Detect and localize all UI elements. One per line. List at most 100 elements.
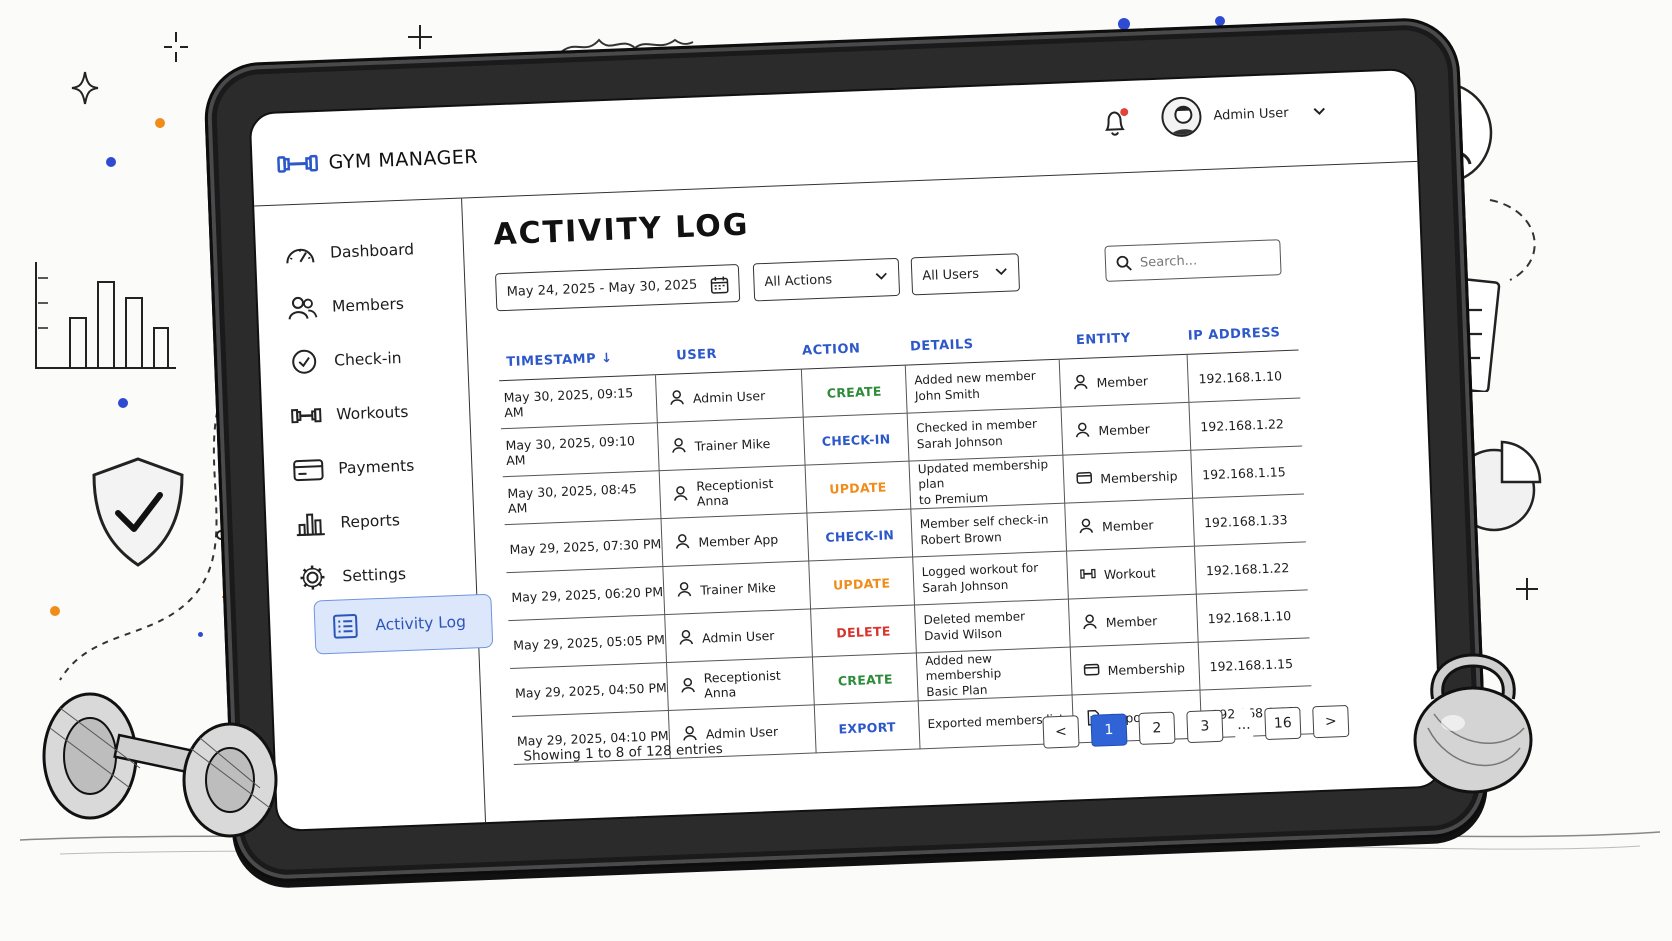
cell-user: Receptionist Anna [666,657,814,712]
cell-details: Deleted member David Wilson [914,599,1070,654]
next-page-button[interactable]: > [1312,704,1350,739]
sidebar-item-workouts[interactable]: Workouts [290,399,409,430]
date-range-value: May 24, 2025 - May 30, 2025 [506,277,698,300]
clock-check-icon [292,349,317,374]
column-details[interactable]: DETAILS [910,337,974,354]
cell-entity: Member [1064,498,1194,552]
cell-action: UPDATE [808,557,915,610]
cell-action: DELETE [810,605,916,658]
column-user[interactable]: USER [676,347,717,364]
sidebar-item-settings[interactable]: Settings [296,561,406,591]
sparkle-icon [164,32,188,62]
action-filter[interactable]: All Actions [752,257,901,302]
cell-action: EXPORT [813,701,920,754]
cell-user: Receptionist Anna [658,465,807,520]
search-placeholder: Search... [1139,252,1198,271]
column-timestamp[interactable]: TIMESTAMP ↓ [506,351,613,370]
sidebar-item-reports[interactable]: Reports [294,507,400,537]
avatar [1160,96,1203,138]
sidebar-item-label: Workouts [335,402,409,424]
cell-ip-address: 192.168.1.15 [1190,446,1305,499]
cell-entity: Membership [1062,450,1193,504]
notification-badge [1119,106,1130,118]
activity-table: TIMESTAMP ↓ USER ACTION DETAILS ENTITY I… [497,312,1314,765]
sidebar-item-dashboard[interactable]: Dashboard [284,236,415,267]
user-menu[interactable]: Admin User [1160,91,1328,138]
app-screen: GYM MANAGER Admin User Dashboard Members [248,67,1444,833]
cell-ip-address: 192.168.1.22 [1193,542,1308,595]
user-filter[interactable]: All Users [910,253,1021,296]
plus-icon [408,25,432,49]
cell-details: Added new membership Basic Plan [915,647,1072,702]
user-icon [669,388,694,408]
cell-entity: Member [1060,402,1191,456]
chevron-down-icon [1313,107,1326,115]
cell-action: UPDATE [804,461,911,514]
sparkle-icon [71,71,99,105]
prev-page-button[interactable]: < [1042,715,1080,749]
cell-entity: Member [1067,594,1198,648]
user-icon [672,484,697,504]
column-ip-address[interactable]: IP ADDRESS [1188,325,1281,344]
user-icon [1074,421,1099,441]
search-icon [1116,255,1132,271]
dot [155,118,165,128]
sidebar-item-checkin[interactable]: Check-in [288,345,402,375]
sidebar-item-label: Activity Log [375,612,467,635]
cell-timestamp: May 30, 2025, 08:45 AM [507,481,638,517]
cell-action: CHECK-IN [806,509,913,562]
page-button-1[interactable]: 1 [1090,713,1128,747]
dashed-path-icon [59,399,221,681]
sidebar-item-payments[interactable]: Payments [292,453,415,484]
cell-timestamp: May 30, 2025, 09:15 AM [503,385,634,421]
sidebar-item-members[interactable]: Members [286,291,405,322]
cell-details: Checked in member Sarah Johnson [906,407,1063,462]
user-icon [676,580,701,600]
cell-timestamp: May 29, 2025, 05:05 PM [512,631,666,653]
cell-entity: Member [1058,354,1189,408]
cell-entity: Workout [1066,546,1196,600]
chevron-down-icon [995,268,1007,276]
user-filter-value: All Users [922,266,980,284]
user-icon [680,676,705,696]
dot [198,632,203,637]
page-button-3[interactable]: 3 [1186,709,1224,744]
tablet-device: GYM MANAGER Admin User Dashboard Members [202,16,1490,884]
cell-ip-address: 192.168.1.10 [1186,350,1301,403]
cell-user: Admin User [654,369,803,424]
sidebar-item-activity-log[interactable]: Activity Log [313,593,494,655]
cell-user: Admin User [664,609,812,664]
date-range-picker[interactable]: May 24, 2025 - May 30, 2025 [494,263,741,312]
cell-action: CHECK-IN [802,413,909,466]
page-button-last[interactable]: 16 [1264,706,1302,741]
brand-name: GYM MANAGER [328,145,479,174]
column-action[interactable]: ACTION [802,341,861,358]
search-input[interactable]: Search... [1104,239,1282,282]
dot [106,157,116,167]
cell-user: Trainer Mike [662,561,811,616]
cell-ip-address: 192.168.1.10 [1195,590,1310,643]
cell-user: Trainer Mike [656,417,805,472]
cell-user: Member App [660,513,809,568]
users-icon [288,296,318,320]
calendar-icon [710,276,729,294]
column-entity[interactable]: ENTITY [1076,331,1131,348]
user-icon [1078,517,1103,537]
bar-chart-icon [35,262,176,369]
user-icon [678,628,703,648]
page-title: ACTIVITY LOG [492,207,751,253]
cell-ip-address: 192.168.1.15 [1197,638,1312,691]
page-button-2[interactable]: 2 [1138,711,1176,745]
brand[interactable]: GYM MANAGER [276,146,478,176]
sidebar-item-label: Reports [340,511,401,532]
pagination-ellipsis: ... [1234,708,1254,742]
dumbbell-icon [291,408,322,424]
cell-entity: Membership [1069,642,1200,696]
sort-arrow-icon: ↓ [600,350,613,367]
user-icon [670,436,695,456]
cell-timestamp: May 29, 2025, 04:50 PM [514,679,668,701]
user-icon [674,532,699,552]
speedometer-icon [286,248,315,264]
cell-ip-address: 192.168.1.33 [1192,494,1306,547]
cell-action: CREATE [811,653,918,706]
